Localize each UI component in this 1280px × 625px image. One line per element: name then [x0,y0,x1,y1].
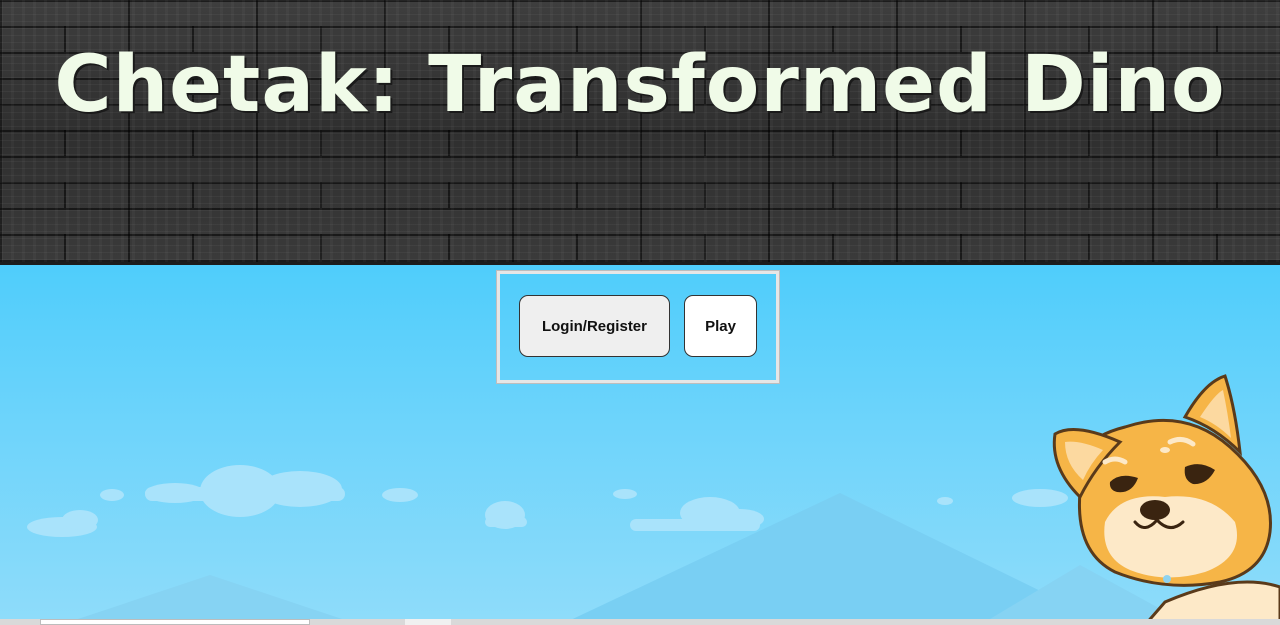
cloud [62,510,98,530]
bottom-scrollbar[interactable] [0,619,1280,625]
cloud [485,517,527,527]
cloud [630,519,760,531]
cloud [382,488,418,502]
page-title: Chetak: Transformed Dino [54,40,1226,130]
cloud [613,489,637,499]
dog-nose [1140,500,1170,520]
menu-panel: Login/Register Play [496,270,780,384]
cloud [145,487,345,501]
cloud [100,489,124,501]
shiba-dog-icon [1052,374,1280,625]
dog-muzzle [1104,496,1237,578]
cloud [937,497,953,505]
page: Chetak: Transformed Dino Login/Register … [0,0,1280,625]
login-register-button[interactable]: Login/Register [519,295,670,357]
play-button[interactable]: Play [684,295,757,357]
dog-collar-tag [1163,575,1171,583]
bottom-input-strip[interactable] [40,619,310,625]
scrollbar-thumb[interactable] [405,619,451,625]
header-wall: Chetak: Transformed Dino [0,0,1280,265]
